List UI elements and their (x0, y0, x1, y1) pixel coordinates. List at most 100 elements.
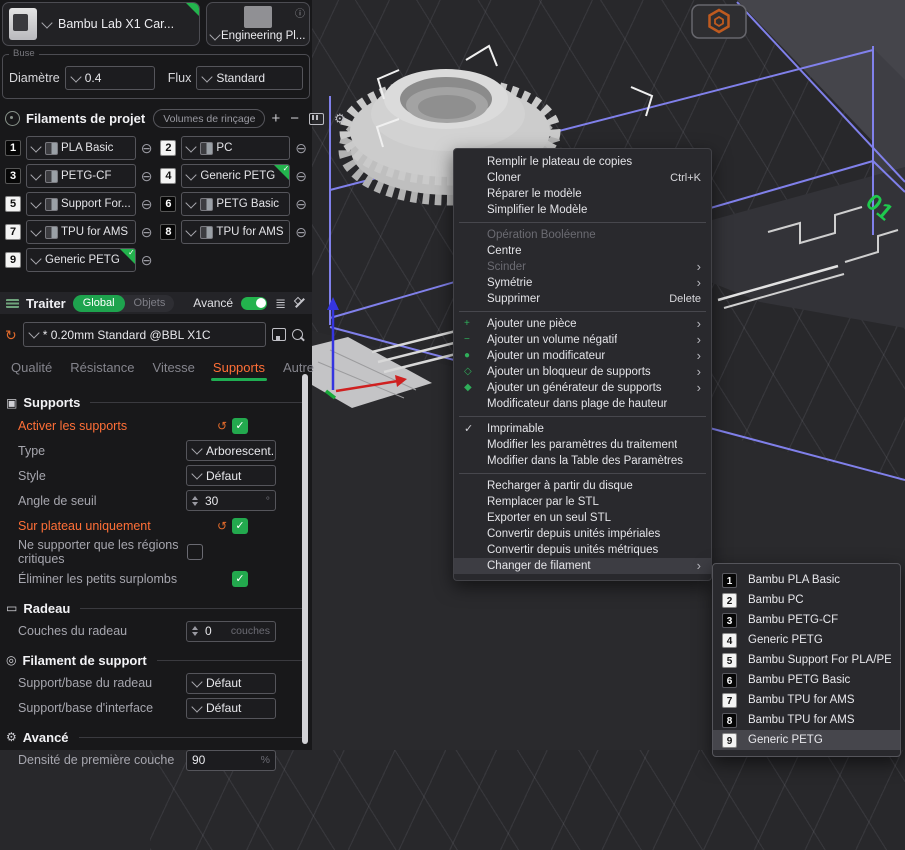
delete-filament-icon[interactable]: ⊖ (141, 225, 153, 239)
filament-select[interactable]: PLA Basic (26, 136, 136, 160)
submenu-filament-item[interactable]: 8 Bambu TPU for AMS (713, 710, 900, 730)
printer-selector[interactable]: Bambu Lab X1 Car... (2, 2, 200, 46)
context-menu-item[interactable]: Centre › (454, 243, 711, 259)
filament-select[interactable]: PETG-CF (26, 164, 136, 188)
tweaks-icon[interactable] (294, 297, 306, 309)
undo-icon[interactable]: ↺ (217, 519, 227, 533)
support-type-select[interactable]: Arborescent... (186, 440, 276, 461)
undo-icon[interactable]: ↺ (217, 419, 227, 433)
settings-scrollbar[interactable] (302, 374, 308, 744)
add-filament-button[interactable]: + (271, 114, 280, 124)
flow-select[interactable]: Standard (196, 66, 303, 90)
filament-select[interactable]: Generic PETG (26, 248, 136, 272)
raft-layers-stepper[interactable]: 0 couches (186, 621, 276, 642)
context-menu-item[interactable]: + Ajouter une pièce › (454, 316, 711, 332)
remove-overhangs-checkbox[interactable]: ✓ (232, 571, 248, 587)
filament-settings-gear-icon[interactable]: ⚙ (334, 112, 346, 125)
filament-number-chip: 2 (722, 593, 737, 608)
scope-switch[interactable]: Global Objets (73, 295, 175, 312)
remove-filament-button[interactable]: − (290, 114, 299, 124)
submenu-filament-item[interactable]: 2 Bambu PC (713, 590, 900, 610)
filament-slot: 2 PC ⊖ (160, 136, 307, 160)
context-menu-item[interactable]: − Ajouter un volume négatif › (454, 332, 711, 348)
context-menu-item[interactable]: Changer de filament › (454, 558, 711, 574)
settings-tab[interactable]: Qualité (2, 355, 61, 382)
info-icon[interactable]: ⓘ (295, 5, 305, 20)
context-menu-item[interactable]: Simplifier le Modèle › (454, 202, 711, 218)
submenu-filament-item[interactable]: 5 Bambu Support For PLA/PETG (713, 650, 900, 670)
delete-filament-icon[interactable]: ⊖ (141, 253, 153, 267)
filament-spool-icon (200, 142, 213, 155)
context-menu-item[interactable]: Convertir depuis unités impériales › (454, 526, 711, 542)
support-type-row: Type Arborescent... (4, 438, 308, 463)
delete-filament-icon[interactable]: ⊖ (141, 169, 153, 183)
submenu-filament-item[interactable]: 1 Bambu PLA Basic (713, 570, 900, 590)
support-style-select[interactable]: Défaut (186, 465, 276, 486)
raft-base-filament-select[interactable]: Défaut (186, 673, 276, 694)
filament-select[interactable]: TPU for AMS (26, 220, 136, 244)
submenu-filament-item[interactable]: 4 Generic PETG (713, 630, 900, 650)
threshold-angle-stepper[interactable]: 30 ° (186, 490, 276, 511)
context-menu-item[interactable]: Opération Booléenne › (454, 227, 711, 243)
delete-filament-icon[interactable]: ⊖ (295, 141, 307, 155)
save-preset-icon[interactable] (272, 328, 286, 341)
chevron-down-icon (186, 169, 197, 180)
context-menu-item[interactable]: Cloner Ctrl+K › (454, 170, 711, 186)
settings-tab[interactable]: Vitesse (144, 355, 204, 382)
on-build-plate-checkbox[interactable]: ✓ (232, 518, 248, 534)
filament-spool-icon (45, 142, 58, 155)
filament-select[interactable]: Support For... (26, 192, 136, 216)
scope-global-tab[interactable]: Global (73, 295, 125, 312)
advanced-toggle[interactable] (241, 297, 267, 310)
reset-preset-icon[interactable]: ↻ (5, 328, 17, 342)
first-layer-density-input[interactable]: 90 % (186, 750, 276, 771)
delete-filament-icon[interactable]: ⊖ (295, 197, 307, 211)
filament-number-chip: 7 (722, 693, 737, 708)
flush-volumes-button[interactable]: Volumes de rinçage (153, 109, 265, 128)
parameter-list-icon[interactable]: ≣ (275, 297, 286, 310)
critical-regions-checkbox[interactable] (187, 544, 203, 560)
delete-filament-icon[interactable]: ⊖ (141, 141, 153, 155)
context-menu-item[interactable]: Scinder › (454, 259, 711, 275)
context-menu-item[interactable]: ● Ajouter un modificateur › (454, 348, 711, 364)
context-menu-item[interactable]: Supprimer Delete › (454, 291, 711, 307)
stepper-arrows-icon[interactable] (192, 496, 198, 506)
filament-select[interactable]: Generic PETG (181, 164, 290, 188)
stepper-arrows-icon[interactable] (192, 626, 198, 636)
enable-supports-checkbox[interactable]: ✓ (232, 418, 248, 434)
process-preset-select[interactable]: * 0.20mm Standard @BBL X1C (23, 322, 266, 347)
interface-filament-select[interactable]: Défaut (186, 698, 276, 719)
settings-tab[interactable]: Résistance (61, 355, 143, 382)
diameter-select[interactable]: 0.4 (65, 66, 155, 90)
filament-select[interactable]: PC (181, 136, 290, 160)
settings-tab[interactable]: Autre (274, 355, 323, 382)
context-menu-item[interactable]: Symétrie › (454, 275, 711, 291)
submenu-filament-item[interactable]: 3 Bambu PETG-CF (713, 610, 900, 630)
context-menu-item[interactable]: Modifier les paramètres du traitement › (454, 437, 711, 453)
filament-select[interactable]: PETG Basic (181, 192, 290, 216)
context-menu-item[interactable]: ◇ Ajouter un bloqueur de supports › (454, 364, 711, 380)
scope-objects-tab[interactable]: Objets (125, 297, 175, 309)
context-menu-item[interactable]: Modificateur dans plage de hauteur › (454, 396, 711, 412)
context-menu-item[interactable]: ◆ Ajouter un générateur de supports › (454, 380, 711, 396)
search-icon[interactable] (292, 329, 303, 340)
context-menu-item[interactable]: Modifier dans la Table des Paramètres › (454, 453, 711, 469)
context-menu-item[interactable]: Recharger à partir du disque › (454, 478, 711, 494)
context-menu-item[interactable]: Exporter en un seul STL › (454, 510, 711, 526)
selected-check-corner (120, 249, 135, 264)
plate-selector[interactable]: ⓘ Engineering Pl... (206, 2, 310, 46)
settings-tab[interactable]: Supports (204, 355, 274, 382)
submenu-filament-item[interactable]: 7 Bambu TPU for AMS (713, 690, 900, 710)
context-menu-item[interactable]: Réparer le modèle › (454, 186, 711, 202)
delete-filament-icon[interactable]: ⊖ (295, 225, 307, 239)
submenu-filament-item[interactable]: 6 Bambu PETG Basic (713, 670, 900, 690)
context-menu-item[interactable]: Convertir depuis unités métriques › (454, 542, 711, 558)
context-menu-item[interactable]: Remplacer par le STL › (454, 494, 711, 510)
filament-select[interactable]: TPU for AMS (181, 220, 290, 244)
ams-icon[interactable] (309, 113, 324, 125)
delete-filament-icon[interactable]: ⊖ (141, 197, 153, 211)
context-menu-item[interactable]: ✓ Imprimable › (454, 421, 711, 437)
delete-filament-icon[interactable]: ⊖ (295, 169, 307, 183)
submenu-filament-item[interactable]: 9 Generic PETG (713, 730, 900, 750)
context-menu-item[interactable]: Remplir le plateau de copies › (454, 154, 711, 170)
